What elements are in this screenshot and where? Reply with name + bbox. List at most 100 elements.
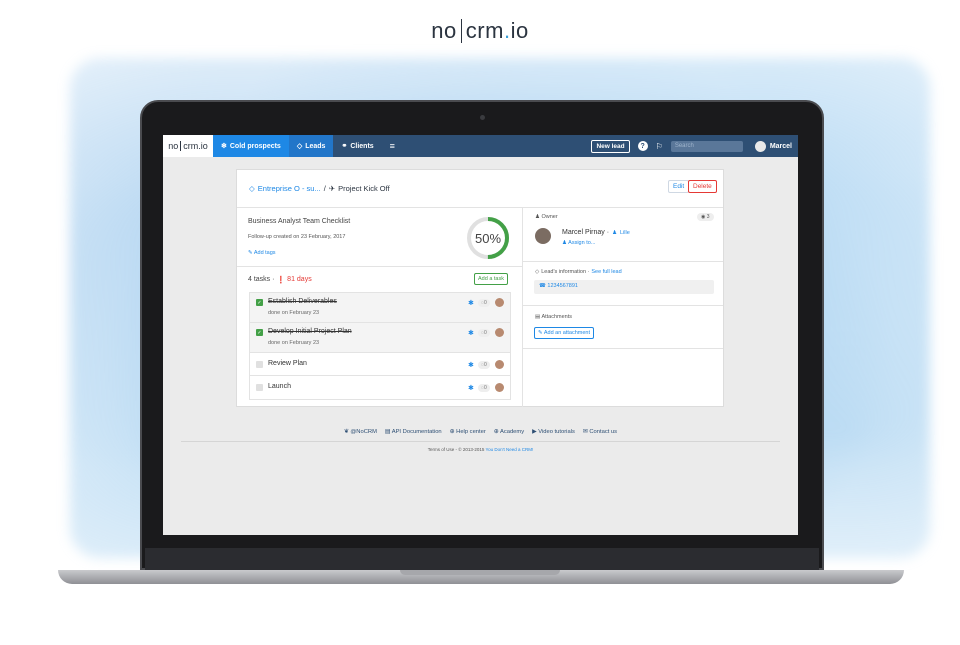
footer-link-help[interactable]: ⊕ Help center xyxy=(450,429,486,435)
tab-cold-prospects[interactable]: ❄ Cold prospects xyxy=(213,135,289,157)
footer-links: ❦ @NoCRM ▤ API Documentation ⊕ Help cent… xyxy=(163,429,798,435)
footer-link-contact[interactable]: ✉ Contact us xyxy=(583,429,617,435)
comment-count[interactable]: ◌0 xyxy=(478,329,490,337)
footer-legal-link[interactable]: You Don't Need a CRM! xyxy=(486,447,534,452)
rocket-icon: ✈ xyxy=(328,184,336,193)
brand-logo-part: crm xyxy=(465,18,504,43)
task-name: Develop Initial Project Plan xyxy=(268,328,352,335)
assignee-avatar xyxy=(495,383,504,392)
edit-button[interactable]: Edit xyxy=(668,180,690,193)
file-icon: ▤ xyxy=(535,314,541,320)
checkbox[interactable] xyxy=(256,361,263,368)
new-lead-button[interactable]: New lead xyxy=(591,139,630,153)
laptop-notch xyxy=(400,570,560,575)
checkbox-checked[interactable]: ✓ xyxy=(256,329,263,336)
add-tags-link[interactable]: ✎ Add tags xyxy=(248,250,276,256)
assignee-avatar xyxy=(495,328,504,337)
delete-button[interactable]: Delete xyxy=(688,180,717,193)
gear-icon[interactable]: ✱ xyxy=(468,361,474,369)
divider xyxy=(181,441,780,442)
brand-separator xyxy=(460,19,462,43)
snowflake-icon: ❄ xyxy=(221,143,227,150)
checkbox-checked[interactable]: ✓ xyxy=(256,299,263,306)
checkbox[interactable] xyxy=(256,384,263,391)
tab-leads[interactable]: ◇ Leads xyxy=(288,135,334,157)
owner-name-text: Marcel Pirnay · xyxy=(562,229,610,236)
user-avatar[interactable] xyxy=(754,140,766,152)
marketing-stage: no crm.io no crm.io ❄ Cold prospects ◇ Lea… xyxy=(0,0,960,645)
task-row[interactable]: Launch ✱ ◌0 xyxy=(250,376,510,399)
add-task-button[interactable]: Add a task xyxy=(474,273,508,285)
add-attachment-button[interactable]: ✎ Add an attachment xyxy=(534,327,595,339)
column-divider xyxy=(522,208,523,407)
phone-icon: ☎ xyxy=(539,283,546,289)
book-icon: ▤ xyxy=(384,429,391,435)
task-row[interactable]: ✓ Establish Deliverables done on Februar… xyxy=(250,293,510,323)
owner-avatar xyxy=(535,228,551,244)
play-icon: ▶ xyxy=(532,429,537,435)
breadcrumb: ◇ Entreprise O - su... / ✈ Project Kick … xyxy=(249,184,390,193)
tasks-count: 4 tasks · xyxy=(248,276,275,283)
copyright-text: Terms of Use - © 2013-2015 xyxy=(427,447,485,452)
brand-dot: . xyxy=(503,18,511,43)
progress-label: 50% xyxy=(474,230,502,246)
help-icon[interactable]: ? xyxy=(637,141,648,151)
handshake-icon: ⚭ xyxy=(341,143,348,150)
laptop-hinge xyxy=(145,548,819,570)
tasks-summary: 4 tasks · ❗ 81 days xyxy=(248,276,312,284)
footer-link-twitter[interactable]: ❦ @NoCRM xyxy=(344,429,377,435)
footer-link-api[interactable]: ▤ API Documentation xyxy=(385,429,442,435)
divider xyxy=(523,305,723,306)
task-status: done on February 23 xyxy=(268,340,320,346)
lead-info-header: ◇ Lead's information · See full lead xyxy=(535,269,622,275)
brand-logo-part: io xyxy=(510,18,529,43)
app-logo-part: no xyxy=(168,141,179,151)
gear-icon[interactable]: ✱ xyxy=(468,329,474,337)
app-logo[interactable]: no crm.io xyxy=(163,135,213,157)
user-icon: ♟ xyxy=(562,240,567,246)
brand-logo: no crm.io xyxy=(0,18,960,44)
see-full-lead-link[interactable]: See full lead xyxy=(591,269,621,275)
tab-clients[interactable]: ⚭ Clients xyxy=(333,135,381,157)
bookmark-icon[interactable]: ⚐ xyxy=(656,142,663,151)
task-row[interactable]: Review Plan ✱ ◌0 xyxy=(250,353,510,376)
laptop-camera xyxy=(480,115,485,120)
owner-city[interactable]: Lille xyxy=(620,230,630,236)
footer-link-videos[interactable]: ▶ Video tutorials xyxy=(532,429,575,435)
comment-count[interactable]: ◌0 xyxy=(478,361,490,369)
comment-count[interactable]: ◌0 xyxy=(478,299,490,307)
tab-label: Clients xyxy=(350,142,374,150)
gear-icon[interactable]: ✱ xyxy=(468,384,474,392)
user-name[interactable]: Marcel xyxy=(770,143,792,150)
hamburger-menu-icon[interactable]: ≡ xyxy=(382,141,403,151)
diamond-icon: ◇ xyxy=(249,184,255,193)
app-logo-separator xyxy=(180,141,182,151)
divider xyxy=(523,348,723,349)
owner-label: ♟ Owner xyxy=(535,214,558,220)
task-list: ✓ Establish Deliverables done on Februar… xyxy=(249,292,511,400)
comment-count[interactable]: ◌0 xyxy=(478,384,490,392)
assignee-avatar xyxy=(495,298,504,307)
breadcrumb-separator: / xyxy=(323,184,326,193)
brand-logo-part: no xyxy=(431,18,457,43)
search-input[interactable]: Search xyxy=(670,140,743,152)
assignee-avatar xyxy=(495,360,504,369)
alert-icon: ❗ xyxy=(276,277,286,284)
assign-to-link[interactable]: ♟ Assign to... xyxy=(562,240,595,246)
followup-text: Follow-up created on 23 February, 2017 xyxy=(248,234,346,240)
footer-link-academy[interactable]: ⊕ Academy xyxy=(494,429,524,435)
attachments-label: ▤ Attachments xyxy=(535,314,573,320)
divider xyxy=(237,207,723,208)
diamond-icon: ◇ xyxy=(535,269,540,275)
owner-name: Marcel Pirnay · ♟ Lille xyxy=(562,229,630,236)
twitter-icon: ❦ xyxy=(343,429,349,435)
phone-field[interactable]: ☎ 1234567891 xyxy=(534,280,714,294)
gear-icon[interactable]: ✱ xyxy=(468,299,474,307)
diamond-icon: ◇ xyxy=(296,143,303,150)
task-name: Review Plan xyxy=(268,360,307,367)
tasks-late: 81 days xyxy=(287,276,312,283)
breadcrumb-lead-link[interactable]: Entreprise O - su... xyxy=(258,184,321,193)
add-tags-label: Add tags xyxy=(253,250,276,256)
checklist-title: Business Analyst Team Checklist xyxy=(248,218,351,225)
task-row[interactable]: ✓ Develop Initial Project Plan done on F… xyxy=(250,323,510,353)
